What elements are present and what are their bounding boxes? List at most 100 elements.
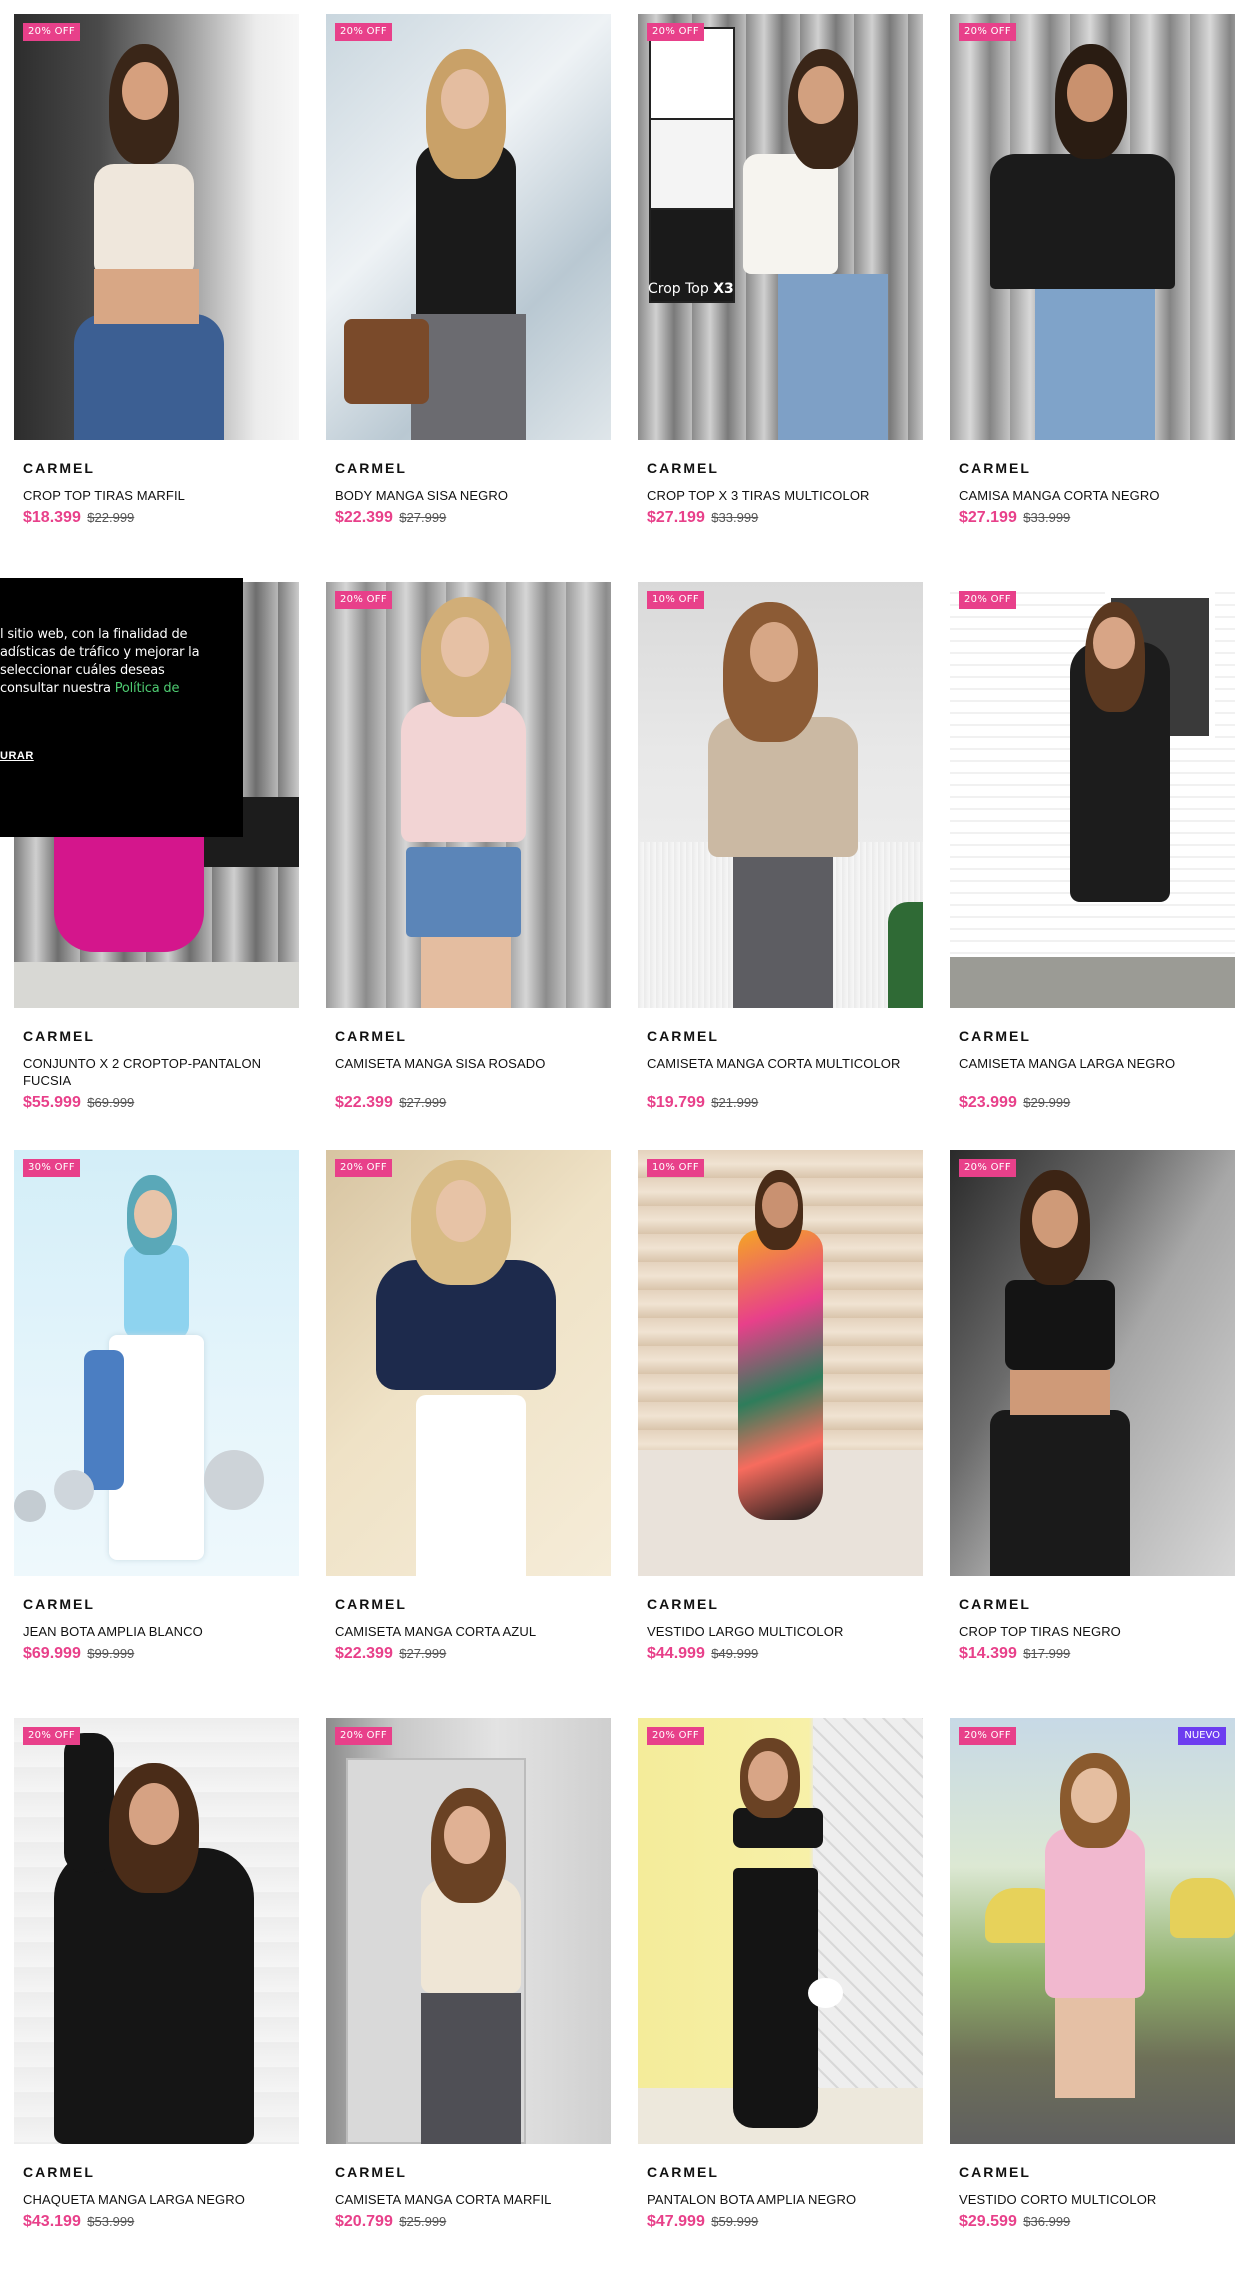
product-card[interactable]: 10% OFF CARMEL VESTIDO LARGO MULTICOLOR …	[638, 1150, 923, 1718]
discount-badge: 20% OFF	[23, 1727, 80, 1745]
cookie-consent-text: l sitio web, con la finalidad de adístic…	[0, 627, 200, 696]
cookie-configure-button[interactable]: URAR	[0, 750, 34, 762]
product-title[interactable]: JEAN BOTA AMPLIA BLANCO	[23, 1623, 290, 1640]
product-image[interactable]: 20% OFF Crop Top X3	[638, 14, 923, 440]
product-card[interactable]: 20% OFF CARMEL PANTALON BOTA AMPLIA NEGR…	[638, 1718, 923, 2286]
product-card[interactable]: 20% OFF CARMEL CAMISA MANGA CORTA NEGRO …	[950, 14, 1235, 582]
product-old-price: $69.999	[87, 1095, 135, 1110]
product-title[interactable]: BODY MANGA SISA NEGRO	[335, 487, 602, 504]
product-price: $69.999	[23, 1645, 81, 1662]
product-old-price: $21.999	[711, 1095, 759, 1110]
product-title[interactable]: CROP TOP TIRAS MARFIL	[23, 487, 290, 504]
product-brand: CARMEL	[647, 460, 719, 476]
product-image[interactable]: 20% OFF	[950, 582, 1235, 1008]
product-title[interactable]: CONJUNTO X 2 CROPTOP-PANTALON FUCSIA	[23, 1055, 290, 1089]
product-old-price: $22.999	[87, 510, 135, 525]
product-image[interactable]: 30% OFF	[14, 1150, 299, 1576]
product-image[interactable]: 20% OFF	[326, 1150, 611, 1576]
discount-badge: 10% OFF	[647, 591, 704, 609]
product-brand: CARMEL	[335, 1596, 407, 1612]
product-title[interactable]: CAMISETA MANGA CORTA MARFIL	[335, 2191, 602, 2208]
product-card[interactable]: 20% OFF Crop Top X3 CARMEL CROP TOP X 3 …	[638, 14, 923, 582]
product-card[interactable]: 30% OFF CARMEL JEAN BOTA AMPLIA BLANCO $…	[14, 1150, 299, 1718]
discount-badge: 20% OFF	[335, 1727, 392, 1745]
product-price: $23.999	[959, 1094, 1017, 1111]
product-old-price: $17.999	[1023, 1646, 1071, 1661]
product-card[interactable]: 20% OFF CARMEL CAMISETA MANGA SISA ROSAD…	[326, 582, 611, 1150]
discount-badge: 20% OFF	[647, 1727, 704, 1745]
product-old-price: $33.999	[1023, 510, 1071, 525]
product-old-price: $27.999	[399, 1095, 447, 1110]
discount-badge: 20% OFF	[959, 23, 1016, 41]
product-price: $29.599	[959, 2213, 1017, 2230]
product-old-price: $99.999	[87, 1646, 135, 1661]
product-image[interactable]: 20% OFF	[326, 1718, 611, 2144]
product-brand: CARMEL	[335, 2164, 407, 2180]
product-price: $22.399	[335, 509, 393, 526]
discount-badge: 10% OFF	[647, 1159, 704, 1177]
product-title[interactable]: CAMISA MANGA CORTA NEGRO	[959, 487, 1226, 504]
product-old-price: $29.999	[1023, 1095, 1071, 1110]
product-card[interactable]: 20% OFF NUEVO CARMEL VESTIDO CORTO MULTI…	[950, 1718, 1235, 2286]
product-old-price: $25.999	[399, 2214, 447, 2229]
product-image[interactable]: 20% OFF	[950, 14, 1235, 440]
product-brand: CARMEL	[23, 2164, 95, 2180]
product-image[interactable]: 20% OFF	[14, 14, 299, 440]
product-brand: CARMEL	[959, 1028, 1031, 1044]
product-brand: CARMEL	[647, 2164, 719, 2180]
product-card[interactable]: 10% OFF CARMEL CAMISETA MANGA CORTA MULT…	[638, 582, 923, 1150]
product-brand: CARMEL	[335, 460, 407, 476]
product-brand: CARMEL	[959, 2164, 1031, 2180]
product-price: $27.199	[647, 509, 705, 526]
product-card[interactable]: 20% OFF CARMEL BODY MANGA SISA NEGRO $22…	[326, 14, 611, 582]
product-title[interactable]: CROP TOP TIRAS NEGRO	[959, 1623, 1226, 1640]
product-image[interactable]: 20% OFF	[950, 1150, 1235, 1576]
new-badge: NUEVO	[1178, 1727, 1226, 1745]
product-price: $22.399	[335, 1094, 393, 1111]
product-card[interactable]: 20% OFF CARMEL CAMISETA MANGA CORTA MARF…	[326, 1718, 611, 2286]
product-image[interactable]: 20% OFF	[326, 582, 611, 1008]
product-card[interactable]: 20% OFF CARMEL CROP TOP TIRAS MARFIL $18…	[14, 14, 299, 582]
product-card[interactable]: 20% OFF CARMEL CAMISETA MANGA CORTA AZUL…	[326, 1150, 611, 1718]
discount-badge: 20% OFF	[959, 1727, 1016, 1745]
product-image[interactable]: 20% OFF	[638, 1718, 923, 2144]
discount-badge: 20% OFF	[335, 1159, 392, 1177]
product-image[interactable]: 20% OFF NUEVO	[950, 1718, 1235, 2144]
product-old-price: $36.999	[1023, 2214, 1071, 2229]
product-old-price: $59.999	[711, 2214, 759, 2229]
product-image[interactable]: 10% OFF	[638, 582, 923, 1008]
product-variant-strip	[649, 27, 735, 303]
product-image[interactable]: 20% OFF	[326, 14, 611, 440]
product-title[interactable]: CAMISETA MANGA CORTA MULTICOLOR	[647, 1055, 914, 1089]
product-image[interactable]: 20% OFF	[14, 1718, 299, 2144]
discount-badge: 20% OFF	[335, 23, 392, 41]
product-old-price: $27.999	[399, 510, 447, 525]
product-price: $55.999	[23, 1094, 81, 1111]
product-price: $14.399	[959, 1645, 1017, 1662]
product-brand: CARMEL	[959, 460, 1031, 476]
product-title[interactable]: CROP TOP X 3 TIRAS MULTICOLOR	[647, 487, 914, 504]
image-overlay-label: Crop Top X3	[648, 281, 734, 297]
product-price: $19.799	[647, 1094, 705, 1111]
product-price: $44.999	[647, 1645, 705, 1662]
product-brand: CARMEL	[23, 1596, 95, 1612]
product-title[interactable]: CAMISETA MANGA SISA ROSADO	[335, 1055, 602, 1089]
product-title[interactable]: CAMISETA MANGA CORTA AZUL	[335, 1623, 602, 1640]
product-card[interactable]: 20% OFF CARMEL CAMISETA MANGA LARGA NEGR…	[950, 582, 1235, 1150]
cookie-consent-panel: l sitio web, con la finalidad de adístic…	[0, 578, 243, 837]
product-card[interactable]: 20% OFF CARMEL CROP TOP TIRAS NEGRO $14.…	[950, 1150, 1235, 1718]
product-image[interactable]: 10% OFF	[638, 1150, 923, 1576]
product-price: $18.399	[23, 509, 81, 526]
product-title[interactable]: CHAQUETA MANGA LARGA NEGRO	[23, 2191, 290, 2208]
cookie-policy-link[interactable]: Política de	[115, 681, 180, 696]
product-title[interactable]: VESTIDO LARGO MULTICOLOR	[647, 1623, 914, 1640]
product-title[interactable]: PANTALON BOTA AMPLIA NEGRO	[647, 2191, 914, 2208]
product-brand: CARMEL	[959, 1596, 1031, 1612]
discount-badge: 20% OFF	[959, 591, 1016, 609]
product-title[interactable]: VESTIDO CORTO MULTICOLOR	[959, 2191, 1226, 2208]
product-brand: CARMEL	[647, 1596, 719, 1612]
product-grid: 20% OFF CARMEL CROP TOP TIRAS MARFIL $18…	[14, 14, 1236, 2286]
product-card[interactable]: 20% OFF CARMEL CHAQUETA MANGA LARGA NEGR…	[14, 1718, 299, 2286]
product-title[interactable]: CAMISETA MANGA LARGA NEGRO	[959, 1055, 1226, 1089]
discount-badge: 30% OFF	[23, 1159, 80, 1177]
